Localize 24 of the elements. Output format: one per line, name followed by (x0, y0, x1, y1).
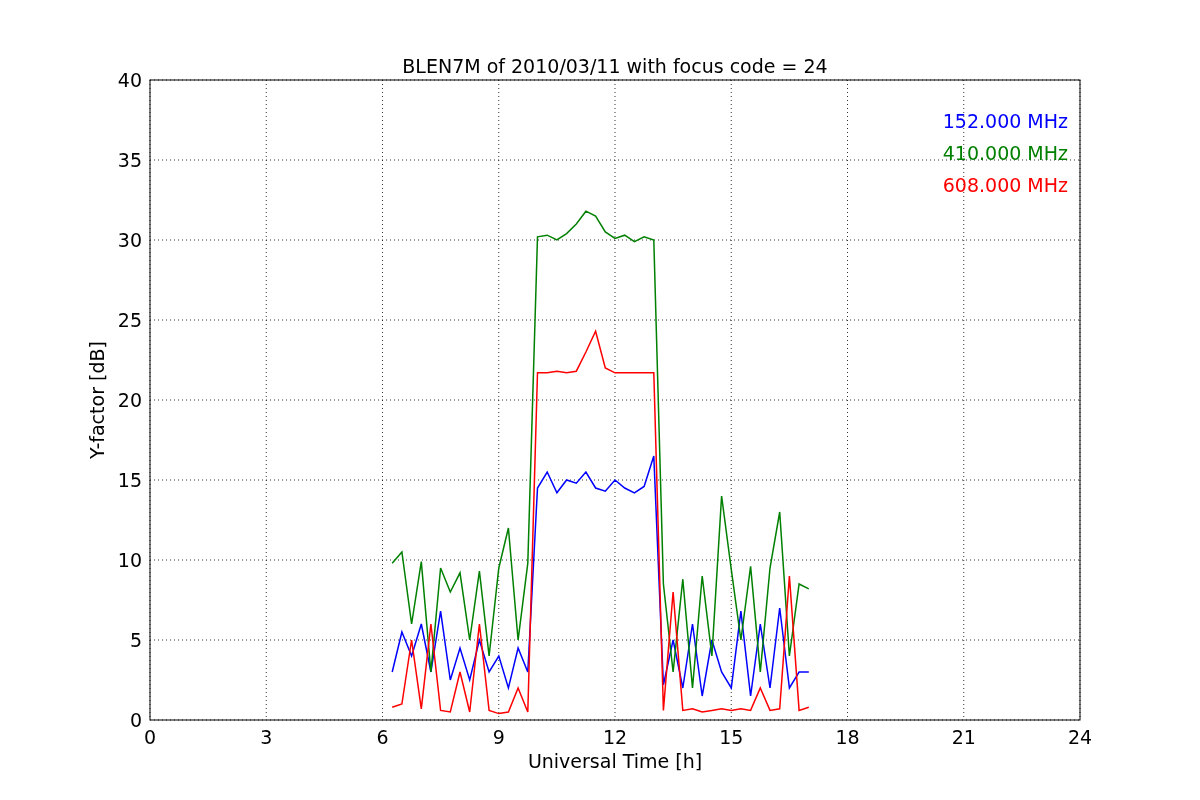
tick-label: 21 (951, 726, 976, 748)
tick-label: 0 (143, 726, 157, 748)
tick-label: 24 (1067, 726, 1093, 748)
axis-label: Y-factor [dB] (86, 341, 108, 459)
legend-label: 410.000 MHz (942, 142, 1068, 164)
tick-label: 30 (117, 229, 142, 251)
tick-label: 6 (376, 726, 389, 748)
tick-label: 15 (117, 469, 142, 491)
legend-label: 608.000 MHz (942, 174, 1068, 196)
tick-label: 9 (492, 726, 505, 748)
tick-label: 25 (117, 309, 142, 331)
tick-label: 12 (602, 726, 628, 748)
tick-label: 3 (260, 726, 273, 748)
legend-label: 152.000 MHz (942, 110, 1068, 132)
tick-label: 0 (129, 709, 142, 731)
tick-label: 15 (719, 726, 744, 748)
chart-title: BLEN7M of 2010/03/11 with focus code = 24 (402, 55, 828, 77)
tick-label: 40 (117, 69, 142, 91)
tick-label: 10 (117, 549, 142, 571)
tick-label: 35 (117, 149, 142, 171)
tick-label: 5 (129, 629, 142, 651)
tick-label: 18 (835, 726, 860, 748)
tick-label: 20 (117, 389, 142, 411)
axis-label: Universal Time [h] (527, 750, 703, 772)
